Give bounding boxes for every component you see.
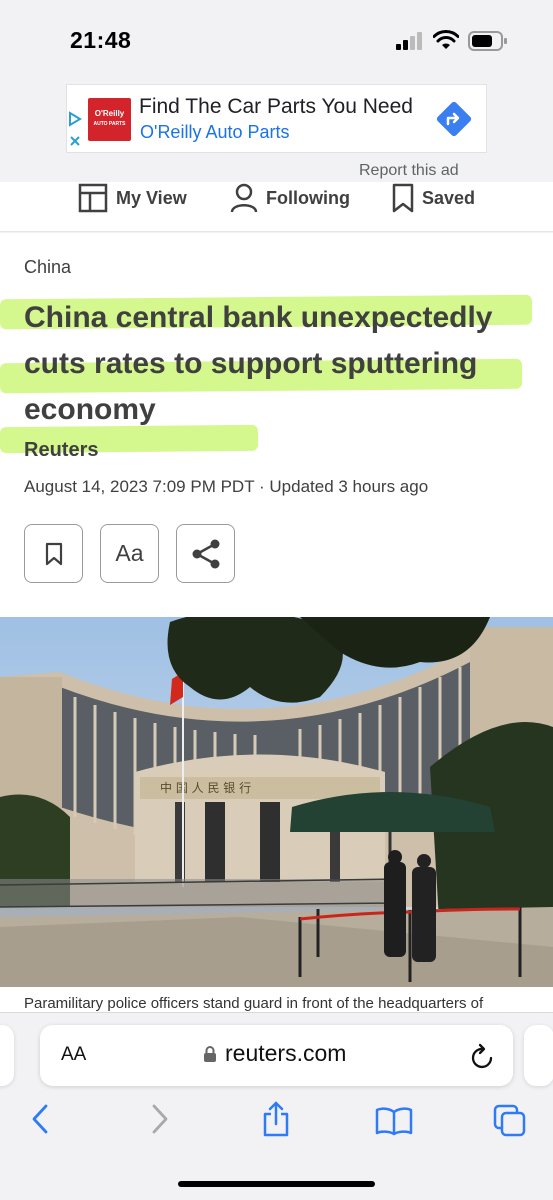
nav-saved-label: Saved xyxy=(422,187,476,208)
status-bar: 21:48 xyxy=(0,0,553,80)
tabs-icon[interactable] xyxy=(493,1104,527,1138)
page-settings-button[interactable]: AA xyxy=(61,1044,86,1066)
reload-icon[interactable] xyxy=(470,1042,496,1070)
bookmarks-icon[interactable] xyxy=(375,1106,413,1136)
article-category[interactable]: China xyxy=(24,257,71,278)
share-icon xyxy=(192,539,219,568)
browser-toolbar xyxy=(0,1088,553,1158)
nav-following[interactable]: Following xyxy=(230,182,350,214)
pboc-headquarters-image: 中 国 人 民 银 行 xyxy=(0,617,553,987)
url-field[interactable]: reuters.com xyxy=(203,1040,346,1067)
article-tools: Aa xyxy=(24,524,235,583)
person-icon xyxy=(230,183,258,213)
signal-icon xyxy=(396,32,422,50)
bookmark-icon xyxy=(45,542,62,565)
text-size-button[interactable]: Aa xyxy=(100,524,159,583)
nav-following-label: Following xyxy=(266,187,350,208)
lock-icon xyxy=(204,1045,216,1062)
report-ad-link[interactable]: Report this ad xyxy=(359,162,459,180)
reuters-top-nav: My View Following Saved xyxy=(0,182,553,232)
article-byline[interactable]: Reuters xyxy=(24,439,98,462)
home-indicator[interactable] xyxy=(178,1181,375,1187)
share-icon[interactable] xyxy=(260,1100,292,1138)
nav-saved[interactable]: Saved xyxy=(392,182,475,214)
nav-my-view[interactable]: My View xyxy=(78,182,187,214)
ad-advertiser[interactable]: O'Reilly Auto Parts xyxy=(140,122,290,143)
article-header: China China central bank unexpectedly cu… xyxy=(0,233,553,617)
article-dateline: August 14, 2023 7:09 PM PDT · Updated 3 … xyxy=(24,477,429,496)
save-article-button[interactable] xyxy=(24,524,83,583)
building-sign: 中 国 人 民 银 行 xyxy=(160,780,251,795)
forward-icon[interactable] xyxy=(148,1102,172,1136)
adchoices-icon[interactable] xyxy=(67,111,85,151)
nav-my-view-label: My View xyxy=(116,187,187,208)
text-size-label: Aa xyxy=(115,540,144,566)
previous-tab-preview[interactable] xyxy=(0,1025,14,1086)
bookmark-icon xyxy=(392,183,414,213)
ad-banner[interactable]: O'Reilly AUTO PARTS Find The Car Parts Yo… xyxy=(66,84,487,153)
oreilly-logo: O'Reilly AUTO PARTS xyxy=(88,98,131,141)
battery-icon xyxy=(468,31,507,51)
directions-icon[interactable] xyxy=(436,99,472,139)
address-bar[interactable]: AA reuters.com xyxy=(40,1025,513,1086)
url-text: reuters.com xyxy=(225,1040,347,1066)
photo-caption: Paramilitary police officers stand guard… xyxy=(24,995,484,1012)
status-time: 21:48 xyxy=(70,27,132,53)
layout-icon xyxy=(78,183,108,213)
wifi-icon xyxy=(433,30,459,49)
share-article-button[interactable] xyxy=(176,524,235,583)
article-headline: China central bank unexpectedly cuts rat… xyxy=(24,301,493,426)
ad-title[interactable]: Find The Car Parts You Need xyxy=(139,95,413,119)
article-photo[interactable]: 中 国 人 民 银 行 xyxy=(0,617,553,987)
back-icon[interactable] xyxy=(28,1102,52,1136)
next-tab-preview[interactable] xyxy=(524,1025,553,1086)
